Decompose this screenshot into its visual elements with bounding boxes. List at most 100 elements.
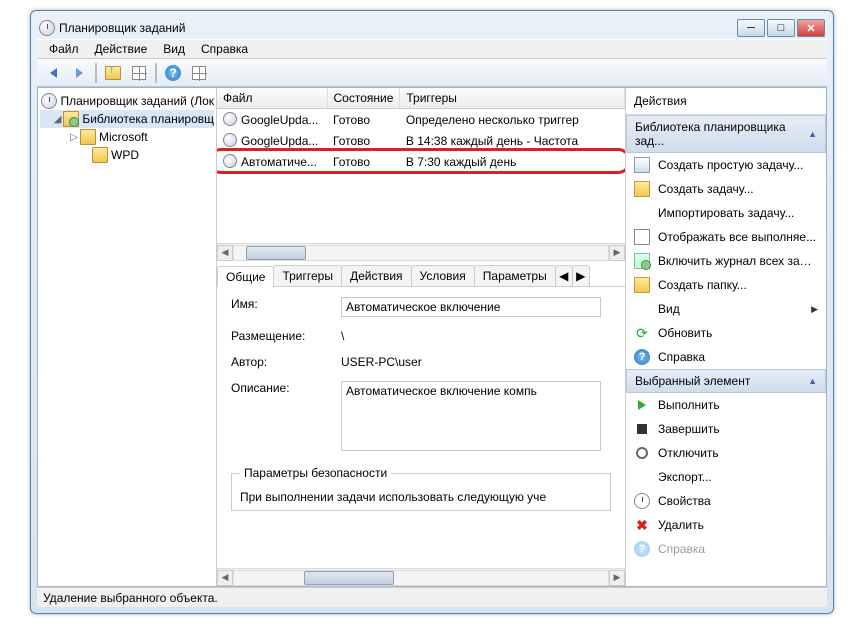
action-create-task[interactable]: Создать задачу... [626,177,826,201]
tab-params[interactable]: Параметры [474,265,556,286]
layout-icon [192,66,206,80]
scroll-left-button[interactable]: ◀ [217,245,233,261]
row-author: Автор: USER-PC\user [231,355,611,369]
table-row[interactable]: GoogleUpda... Готово Определено нескольк… [217,109,625,131]
cell-state: Готово [327,130,400,151]
action-disable[interactable]: Отключить [626,441,826,465]
action-view[interactable]: Вид▶ [626,297,826,321]
tree-root[interactable]: Планировщик заданий (Лок [40,92,214,110]
scroll-track[interactable] [233,245,609,261]
disable-icon [634,445,650,461]
maximize-button[interactable]: □ [767,19,795,37]
menu-file[interactable]: Файл [41,40,87,58]
tree-panel: Планировщик заданий (Лок ◢ Библиотека пл… [38,88,217,586]
tree-library[interactable]: ◢ Библиотека планировщ [40,110,214,128]
scroll-track[interactable] [233,570,609,586]
location-label: Размещение: [231,329,341,343]
arrow-right-icon [76,68,83,78]
tab-scroll-right[interactable]: ▶ [572,265,590,286]
menu-view[interactable]: Вид [155,40,193,58]
row-description: Описание: [231,381,611,454]
action-enable-log[interactable]: Включить журнал всех зада... [626,249,826,273]
col-file[interactable]: Файл [217,88,327,109]
menubar: Файл Действие Вид Справка [37,39,827,59]
name-field[interactable] [341,297,601,317]
menu-help[interactable]: Справка [193,40,256,58]
scroll-thumb[interactable] [246,246,306,260]
panel-icon [132,66,146,80]
cell-trig: В 14:38 каждый день - Частота [400,130,625,151]
up-button[interactable] [101,61,125,85]
action-group-selected[interactable]: Выбранный элемент▲ [626,369,826,393]
view-icon [634,301,650,317]
action-help[interactable]: ?Справка [626,345,826,369]
panel-button[interactable] [127,61,151,85]
folder-icon [80,129,96,145]
forward-button[interactable] [67,61,91,85]
action-end[interactable]: Завершить [626,417,826,441]
folder-icon [634,277,650,293]
col-state[interactable]: Состояние [327,88,400,109]
scroll-right-button[interactable]: ▶ [609,570,625,586]
close-button[interactable]: ✕ [797,19,825,37]
horizontal-scrollbar[interactable]: ◀ ▶ [217,568,625,586]
action-help-2[interactable]: ?Справка [626,537,826,561]
col-triggers[interactable]: Триггеры [400,88,625,109]
scroll-thumb[interactable] [304,571,394,585]
action-delete[interactable]: ✖Удалить [626,513,826,537]
security-fieldset: Параметры безопасности При выполнении за… [231,466,611,511]
tree-wpd[interactable]: WPD [40,146,214,164]
action-create-basic[interactable]: Создать простую задачу... [626,153,826,177]
action-show-running[interactable]: Отображать все выполняе... [626,225,826,249]
location-value: \ [341,329,611,343]
scroll-left-button[interactable]: ◀ [217,570,233,586]
menu-action[interactable]: Действие [87,40,156,58]
statusbar: Удаление выбранного объекта. [37,587,827,607]
scroll-right-button[interactable]: ▶ [609,245,625,261]
client-area: Планировщик заданий (Лок ◢ Библиотека пл… [37,87,827,587]
row-location: Размещение: \ [231,329,611,343]
action-run[interactable]: Выполнить [626,393,826,417]
minimize-button[interactable]: ─ [737,19,765,37]
actions-title: Действия [626,88,826,115]
table-row-highlighted[interactable]: Автоматиче... Готово В 7:30 каждый день [217,151,625,172]
scheduler-icon [41,93,57,109]
back-button[interactable] [41,61,65,85]
delete-icon: ✖ [634,517,650,533]
tree-microsoft[interactable]: ▷ Microsoft [40,128,214,146]
collapse-icon[interactable]: ◢ [52,114,63,125]
tab-actions[interactable]: Действия [341,265,412,286]
tab-scroll-left[interactable]: ◀ [555,265,573,286]
tree-ms-label: Microsoft [99,130,148,144]
action-group-library[interactable]: Библиотека планировщика зад...▲ [626,115,826,153]
actions-panel: Действия Библиотека планировщика зад...▲… [626,88,826,586]
action-new-folder[interactable]: Создать папку... [626,273,826,297]
action-export[interactable]: Экспорт... [626,465,826,489]
author-value: USER-PC\user [341,355,611,369]
tab-triggers[interactable]: Триггеры [273,265,342,286]
cell-trig: Определено несколько триггер [400,109,625,131]
task-table: Файл Состояние Триггеры GoogleUpda... Го… [217,88,625,172]
window-title: Планировщик заданий [59,21,737,35]
layout-button[interactable] [187,61,211,85]
export-icon [634,469,650,485]
horizontal-scrollbar[interactable]: ◀ ▶ [217,243,625,261]
expand-icon[interactable]: ▷ [68,132,80,143]
separator [95,63,97,83]
help-button[interactable]: ? [161,61,185,85]
cell-name: GoogleUpda... [217,130,327,151]
tab-conditions[interactable]: Условия [411,265,475,286]
action-refresh[interactable]: ⟳Обновить [626,321,826,345]
action-properties[interactable]: Свойства [626,489,826,513]
arrow-left-icon [50,68,57,78]
table-row[interactable]: GoogleUpda... Готово В 14:38 каждый день… [217,130,625,151]
author-label: Автор: [231,355,341,369]
chevron-up-icon: ▲ [808,376,817,386]
new-task-icon [634,181,650,197]
desc-field[interactable] [341,381,601,451]
log-icon [634,253,650,269]
action-import[interactable]: Импортировать задачу... [626,201,826,225]
titlebar[interactable]: Планировщик заданий ─ □ ✕ [37,17,827,39]
help-icon: ? [634,349,650,365]
tab-general[interactable]: Общие [217,266,274,287]
